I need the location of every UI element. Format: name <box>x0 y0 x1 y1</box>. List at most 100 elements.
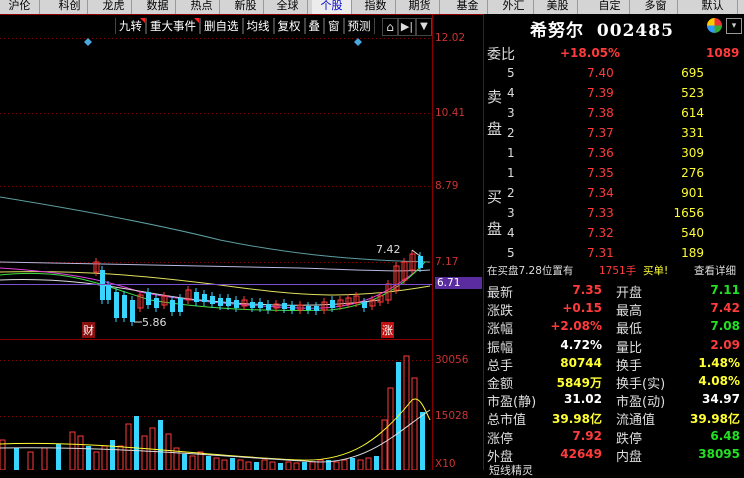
stat-label: 涨跌 <box>487 304 514 320</box>
stat-row: 涨停 7.92 跌停 6.48 <box>487 428 744 447</box>
sell-side-label-1: 卖 <box>487 88 503 106</box>
toolbar-button-3[interactable]: 均线 <box>242 18 274 34</box>
top-tab-15[interactable]: 默认 <box>688 0 738 14</box>
sell-level: 2 <box>507 126 515 140</box>
volume-bar <box>309 461 316 470</box>
volume-bar <box>302 462 307 470</box>
toolbar-button-6[interactable]: 窗 <box>324 18 344 34</box>
weibi-label: 委比 <box>487 47 515 63</box>
toolbar-button-1[interactable]: 重大事件 <box>146 18 200 34</box>
buy-order-link[interactable]: 买单! <box>643 263 668 278</box>
short-line-spirit-label[interactable]: 短线精灵 <box>489 462 533 478</box>
toolbar-extra-icons: ⌂ ▶| ▼ <box>382 18 432 36</box>
flag-icon <box>194 18 199 23</box>
stat-value: 34.97 <box>702 392 740 407</box>
toolbar-button-4[interactable]: 复权 <box>273 18 305 34</box>
buy-price: 7.34 <box>587 186 614 200</box>
volume-bar <box>0 439 6 470</box>
buy-volume: 540 <box>681 226 704 240</box>
volume-bar <box>69 431 76 470</box>
volume-bar <box>374 456 379 470</box>
price-axis-label: 10.41 <box>435 107 466 119</box>
stat-value: 39.98亿 <box>552 412 602 427</box>
stat-value: 4.72% <box>560 337 602 352</box>
stat-label: 振幅 <box>487 340 514 356</box>
view-detail-link[interactable]: 查看详细 <box>694 263 736 278</box>
sell-price: 7.38 <box>587 106 614 120</box>
diamond-marker <box>354 38 362 46</box>
kline-chart[interactable] <box>0 0 484 470</box>
buy-level: 1 <box>507 166 515 180</box>
candle-body <box>202 294 207 302</box>
stat-value: 31.02 <box>564 392 602 407</box>
candle-body <box>258 302 263 308</box>
diamond-marker <box>84 38 92 46</box>
candle-body <box>226 298 231 306</box>
ma-line <box>0 261 431 272</box>
candle-body <box>234 300 239 308</box>
sell-volume: 523 <box>681 86 704 100</box>
toolbar-button-0[interactable]: 九转 <box>115 18 146 34</box>
lock-icon[interactable]: ⌂ <box>382 18 398 36</box>
top-tab-14[interactable]: 多窗 <box>634 0 678 14</box>
top-tab-11[interactable]: 外汇 <box>494 0 534 14</box>
candle-body <box>218 298 223 306</box>
stat-value: +0.15 <box>562 301 602 316</box>
stat-label: 市盈(动) <box>616 395 666 411</box>
toolbar-button-7[interactable]: 预测 <box>343 18 375 34</box>
candle-body <box>178 298 183 312</box>
candle-body <box>250 302 255 308</box>
stat-value: 1.48% <box>698 355 740 370</box>
toolbar-button-2[interactable]: 删自选 <box>200 18 243 34</box>
volume-bar <box>403 355 410 470</box>
top-tab-13[interactable]: 自定 <box>590 0 630 14</box>
candle-body <box>210 296 215 304</box>
sell-level: 3 <box>507 106 515 120</box>
dropdown-icon[interactable]: ▾ <box>726 18 742 34</box>
volume-bar <box>357 459 364 470</box>
candle-body <box>330 300 335 308</box>
stat-value: 80744 <box>560 355 602 370</box>
stat-label: 总手 <box>487 358 514 374</box>
stat-label: 换手(实) <box>616 377 666 392</box>
volume-bar <box>134 416 139 470</box>
volume-bar <box>93 451 100 470</box>
volume-bar <box>14 448 19 470</box>
toolbar-button-label: 九转 <box>119 19 142 33</box>
toolbar-button-5[interactable]: 叠 <box>304 18 324 34</box>
stat-value: 42649 <box>560 446 602 461</box>
event-marker-zhang[interactable]: 涨 <box>381 322 394 338</box>
volume-bar <box>387 387 394 470</box>
volume-bar <box>213 457 220 470</box>
stat-label: 最低 <box>616 322 643 338</box>
toolbar-button-label: 叠 <box>308 19 321 33</box>
stock-title: 希努尔 002485 <box>530 16 674 41</box>
candle-body <box>106 285 111 300</box>
volume-bar <box>27 451 34 470</box>
volume-axis-label: X10 <box>435 458 456 470</box>
top-tab-12[interactable]: 美股 <box>538 0 578 14</box>
candle-body <box>314 306 319 311</box>
stat-label: 跌停 <box>616 431 643 447</box>
event-marker-cai[interactable]: 财 <box>82 322 95 338</box>
sell-level: 1 <box>507 146 515 160</box>
weibi-pct: +18.05% <box>560 46 621 60</box>
candle-body <box>306 306 311 310</box>
stat-value: 7.11 <box>710 283 740 297</box>
chart-toolbar: 九转 重大事件 删自选 均线 复权叠窗预测 <box>115 18 375 36</box>
volume-bar <box>278 463 283 470</box>
stat-row: 市盈(静) 31.02 市盈(动) 34.97 <box>487 391 744 411</box>
pie-chart-icon[interactable] <box>707 18 722 33</box>
current-price-tag: 6.71 <box>435 277 482 289</box>
candle-body <box>122 295 127 318</box>
toolbar-button-label: 预测 <box>347 19 371 33</box>
chevron-down-icon[interactable]: ▼ <box>416 18 432 36</box>
order-note-text: 在买盘7.28位置有 <box>487 265 574 277</box>
volume-bar <box>221 459 228 470</box>
candle-body <box>362 302 367 308</box>
candle-body <box>170 300 175 312</box>
buy-level: 3 <box>507 206 515 220</box>
buy-volume: 189 <box>681 246 704 260</box>
pin-icon[interactable]: ▶| <box>398 18 416 36</box>
volume-bar <box>411 377 418 470</box>
